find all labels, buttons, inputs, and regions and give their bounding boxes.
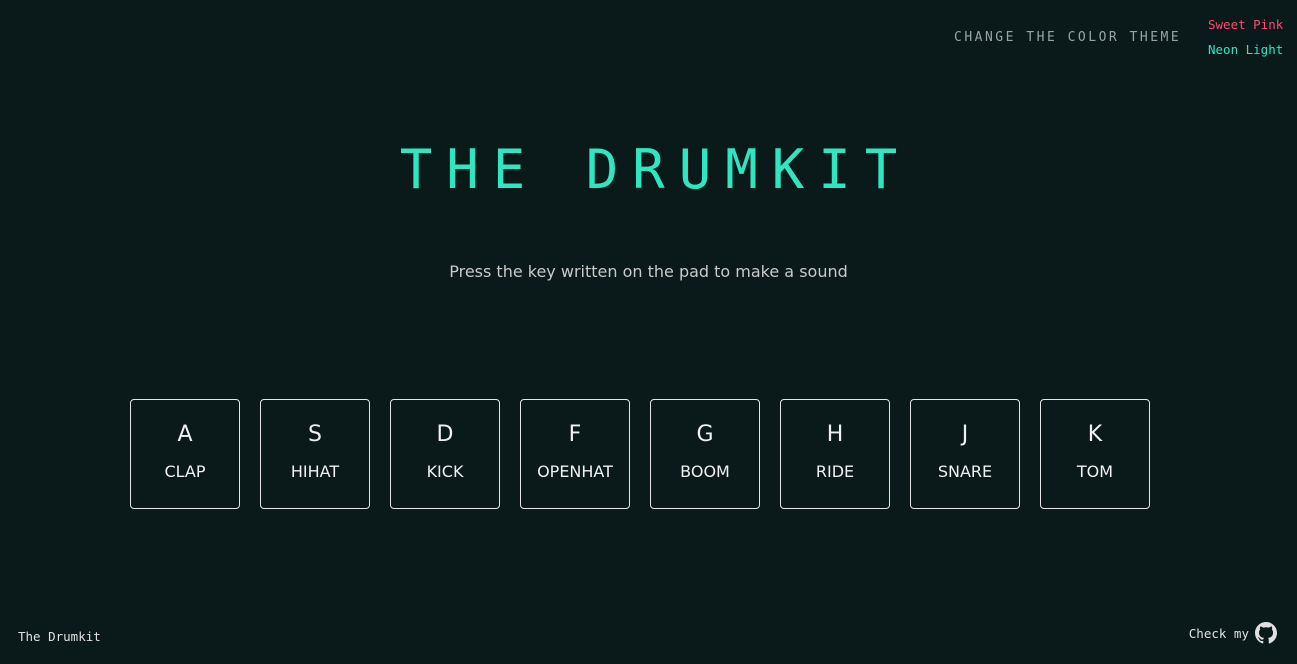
pad-sound-label: TOM <box>1076 462 1114 481</box>
pad-key: F <box>568 422 582 447</box>
drum-pad-openhat[interactable]: F OPENHAT <box>520 399 630 509</box>
pad-key: K <box>1087 422 1103 447</box>
drum-pad-kick[interactable]: D KICK <box>390 399 500 509</box>
pad-sound-label: CLAP <box>164 462 206 481</box>
theme-option-neon-light[interactable]: Neon Light <box>1208 42 1283 57</box>
drum-pads: A CLAP S HIHAT D KICK F OPENHAT G BOOM H… <box>130 399 1150 509</box>
page-title: THE DRUMKIT <box>0 140 1297 200</box>
pad-sound-label: HIHAT <box>290 462 340 481</box>
drum-pad-boom[interactable]: G BOOM <box>650 399 760 509</box>
drum-pad-snare[interactable]: J SNARE <box>910 399 1020 509</box>
pad-key: G <box>696 422 714 447</box>
page-title-text: THE DRUMKIT <box>399 138 912 201</box>
pad-key: A <box>177 422 193 447</box>
pad-sound-label: KICK <box>426 462 464 481</box>
pad-key: J <box>961 422 969 447</box>
drum-pad-ride[interactable]: H RIDE <box>780 399 890 509</box>
theme-selector-label: CHANGE THE COLOR THEME <box>954 30 1182 45</box>
drum-pad-clap[interactable]: A CLAP <box>130 399 240 509</box>
pad-key: S <box>308 422 322 447</box>
github-icon[interactable] <box>1255 622 1277 644</box>
pad-sound-label: OPENHAT <box>537 462 613 481</box>
pad-key: D <box>436 422 454 447</box>
pad-sound-label: RIDE <box>815 462 855 481</box>
github-link-label: Check my <box>1188 625 1249 641</box>
page: CHANGE THE COLOR THEME Sweet Pink Neon L… <box>0 0 1297 664</box>
pad-sound-label: SNARE <box>937 462 993 481</box>
drum-pad-hihat[interactable]: S HIHAT <box>260 399 370 509</box>
instructions-text: Press the key written on the pad to make… <box>449 262 848 281</box>
footer-brand: The Drumkit <box>18 629 101 644</box>
pad-sound-label: BOOM <box>680 462 730 481</box>
drum-pad-tom[interactable]: K TOM <box>1040 399 1150 509</box>
github-link[interactable]: Check my <box>1189 622 1277 644</box>
pad-key: H <box>826 422 844 447</box>
theme-option-sweet-pink[interactable]: Sweet Pink <box>1208 17 1283 32</box>
